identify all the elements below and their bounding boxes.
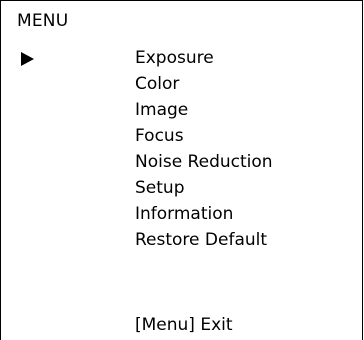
osd-menu-panel: MENU Exposure Color Image Focus Noise Re…	[0, 0, 363, 340]
menu-item-exposure[interactable]: Exposure	[135, 45, 273, 71]
menu-list: Exposure Color Image Focus Noise Reducti…	[135, 45, 273, 253]
menu-item-restore-default[interactable]: Restore Default	[135, 227, 273, 253]
menu-item-information[interactable]: Information	[135, 201, 273, 227]
menu-item-noise-reduction[interactable]: Noise Reduction	[135, 149, 273, 175]
menu-item-setup[interactable]: Setup	[135, 175, 273, 201]
menu-item-image[interactable]: Image	[135, 97, 273, 123]
selection-cursor-icon	[21, 52, 34, 66]
exit-hint: [Menu] Exit	[135, 315, 233, 335]
menu-item-focus[interactable]: Focus	[135, 123, 273, 149]
menu-item-color[interactable]: Color	[135, 71, 273, 97]
menu-title: MENU	[17, 11, 69, 31]
